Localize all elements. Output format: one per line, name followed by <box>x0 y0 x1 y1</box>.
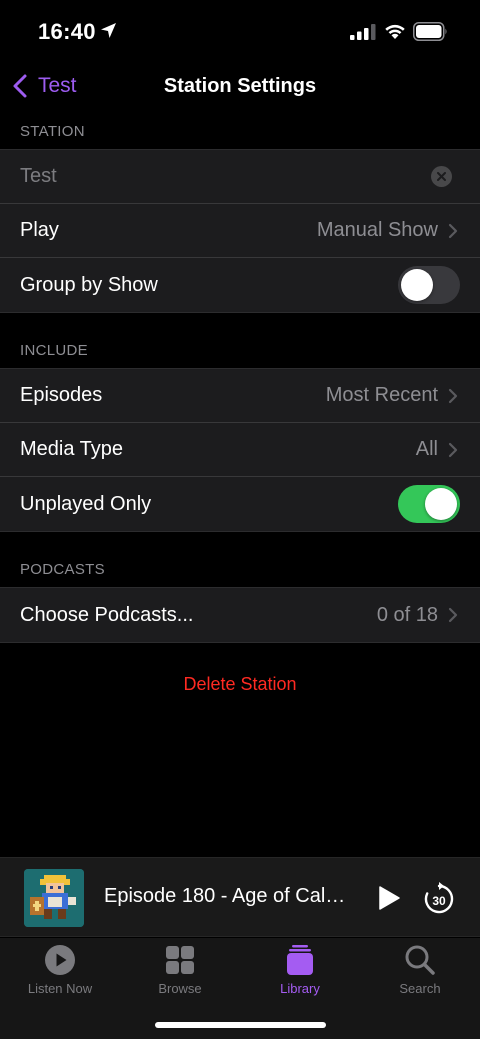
chevron-right-icon <box>448 442 458 457</box>
section-header-station: STATION <box>20 123 85 140</box>
play-circle-icon <box>45 945 75 975</box>
play-row[interactable]: Play Manual Show <box>0 204 480 258</box>
search-icon <box>405 945 435 975</box>
choose-podcasts-label: Choose Podcasts... <box>20 603 194 626</box>
location-arrow-icon <box>101 23 116 38</box>
podcasts-group: Choose Podcasts... 0 of 18 <box>0 587 480 643</box>
tab-listen-now[interactable]: Listen Now <box>0 938 120 1004</box>
unplayed-only-toggle[interactable] <box>398 485 460 523</box>
play-value: Manual Show <box>316 219 438 241</box>
station-group: Test Play Manual Show Group by Show <box>0 149 480 313</box>
unplayed-only-label: Unplayed Only <box>20 492 152 515</box>
section-header-include: INCLUDE <box>20 342 88 359</box>
media-type-value: All <box>415 438 438 460</box>
library-icon <box>287 945 313 975</box>
tab-label: Library <box>280 981 320 996</box>
include-group: Episodes Most Recent Media Type All Unpl… <box>0 368 480 532</box>
mini-player[interactable]: Episode 180 - Age of Calamity 30 <box>0 857 480 937</box>
pixel-hero-artwork-icon <box>24 869 84 927</box>
play-label: Play <box>20 219 59 241</box>
clear-x-icon <box>437 172 446 181</box>
group-by-show-label: Group by Show <box>20 273 158 296</box>
section-header-podcasts: PODCASTS <box>20 561 105 578</box>
tab-search[interactable]: Search <box>360 938 480 1004</box>
home-indicator <box>155 1022 326 1028</box>
group-by-show-toggle[interactable] <box>398 266 460 304</box>
toggle-knob <box>401 269 433 301</box>
tab-label: Search <box>399 981 441 996</box>
station-settings-screen: 16:40 Test Station Settings STATION Test… <box>0 0 480 1039</box>
toggle-knob <box>425 488 457 520</box>
tab-library[interactable]: Library <box>240 938 360 1004</box>
tab-label: Listen Now <box>27 981 93 996</box>
status-time: 16:40 <box>38 19 96 44</box>
media-type-row[interactable]: Media Type All <box>0 423 480 477</box>
unplayed-only-row: Unplayed Only <box>0 477 480 531</box>
skip-forward-30-icon: 30 <box>424 882 454 914</box>
status-bar: 16:40 <box>0 0 480 64</box>
chevron-left-icon <box>13 74 27 98</box>
clear-text-button[interactable] <box>431 166 452 187</box>
choose-podcasts-row[interactable]: Choose Podcasts... 0 of 18 <box>0 588 480 642</box>
choose-podcasts-value: 0 of 18 <box>376 603 438 626</box>
battery-icon <box>413 22 447 41</box>
chevron-right-icon <box>448 223 458 238</box>
delete-station-button[interactable]: Delete Station <box>0 674 480 695</box>
skip-forward-button[interactable]: 30 <box>422 882 456 916</box>
episodes-label: Episodes <box>20 384 103 406</box>
chevron-right-icon <box>448 607 458 623</box>
back-button[interactable]: Test <box>10 64 77 108</box>
cellular-signal-icon <box>350 24 376 40</box>
back-button-label: Test <box>38 74 77 97</box>
skip-seconds-label: 30 <box>432 894 446 908</box>
station-name-row: Test <box>0 150 480 204</box>
tab-browse[interactable]: Browse <box>120 938 240 1004</box>
media-type-label: Media Type <box>20 438 124 460</box>
chevron-right-icon <box>448 388 458 403</box>
play-icon[interactable] <box>376 885 402 911</box>
group-by-show-row: Group by Show <box>0 258 480 312</box>
navigation-bar: Test Station Settings <box>0 64 480 108</box>
station-name-field[interactable]: Test <box>20 165 431 188</box>
wifi-icon <box>385 24 405 39</box>
episodes-row[interactable]: Episodes Most Recent <box>0 369 480 423</box>
episode-artwork <box>24 869 84 927</box>
tab-label: Browse <box>158 981 202 996</box>
now-playing-title: Episode 180 - Age of Calamity <box>104 885 356 907</box>
episodes-value: Most Recent <box>325 384 438 406</box>
grid-icon <box>166 946 194 974</box>
